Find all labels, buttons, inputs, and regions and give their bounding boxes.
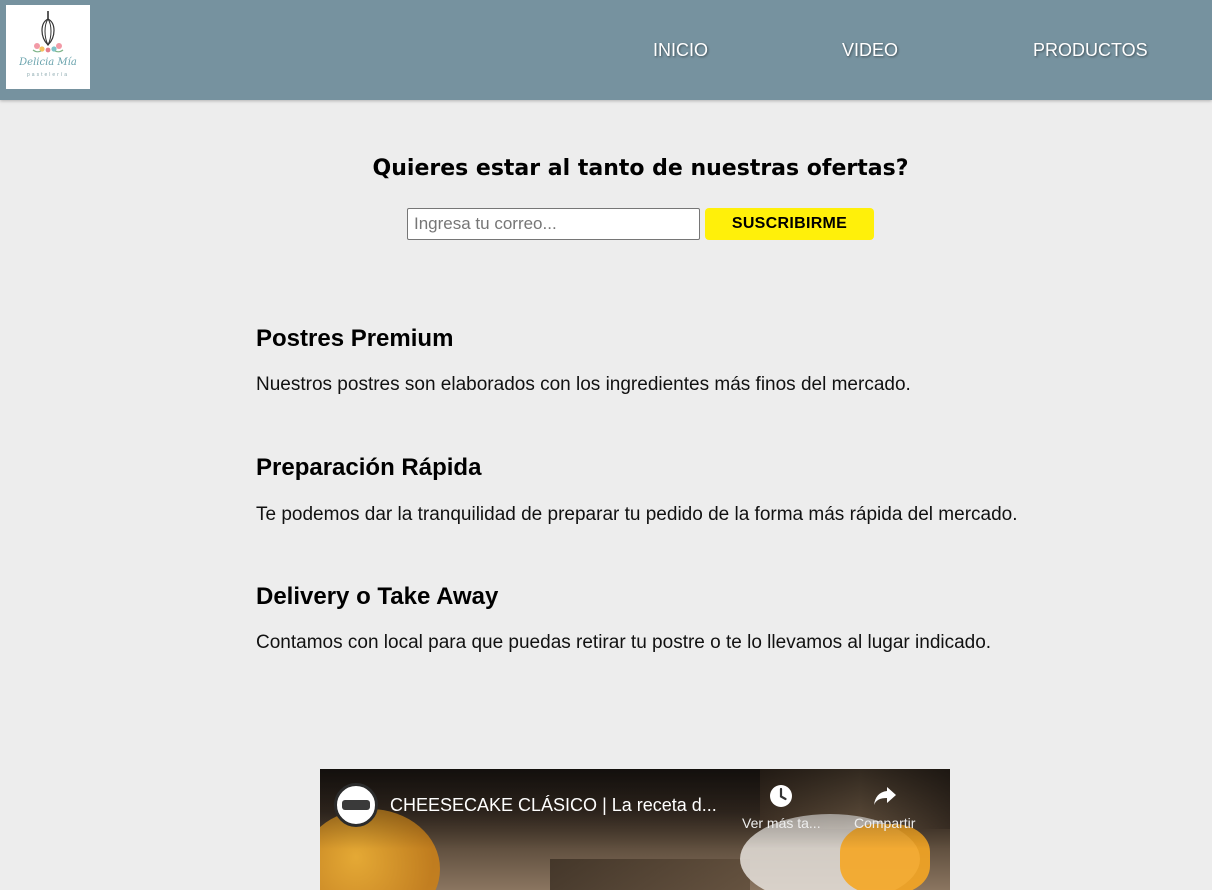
share-label: Compartir: [854, 815, 916, 831]
share-arrow-icon: [873, 787, 896, 805]
subscribe-button[interactable]: SUSCRIBIRME: [705, 208, 874, 240]
logo-tagline: pastelería: [27, 72, 69, 78]
clock-icon: [770, 785, 793, 807]
subscribe-title: Quieres estar al tanto de nuestras ofert…: [372, 156, 909, 181]
feature-title: Preparación Rápida: [256, 454, 482, 481]
feature-description: Nuestros postres son elaborados con los …: [256, 374, 911, 395]
feature-title: Delivery o Take Away: [256, 583, 499, 610]
feature-title: Postres Premium: [256, 325, 454, 352]
feature-description: Te podemos dar la tranquilidad de prepar…: [256, 504, 1018, 525]
embedded-video-player[interactable]: CHEESECAKE CLÁSICO | La receta d... Ver …: [320, 769, 950, 890]
nav-link-inicio[interactable]: INICIO: [653, 40, 708, 61]
site-header: Delicia Mía pastelería INICIO VIDEO PROD…: [0, 0, 1212, 100]
channel-avatar[interactable]: [334, 783, 378, 827]
whisk-flowers-logo-icon: [32, 11, 64, 53]
brand-logo[interactable]: Delicia Mía pastelería: [6, 5, 90, 89]
logo-name: Delicia Mía: [19, 57, 77, 68]
video-thumbnail-backdrop: [550, 859, 750, 890]
rolling-pin-icon: [342, 800, 370, 810]
video-title[interactable]: CHEESECAKE CLÁSICO | La receta d...: [390, 795, 717, 816]
feature-description: Contamos con local para que puedas retir…: [256, 632, 992, 653]
email-input[interactable]: [407, 208, 700, 240]
watch-later-button[interactable]: Ver más ta...: [742, 783, 821, 831]
nav-link-video[interactable]: VIDEO: [842, 40, 898, 61]
watch-later-label: Ver más ta...: [742, 815, 821, 831]
nav-link-productos[interactable]: PRODUCTOS: [1033, 40, 1148, 61]
share-button[interactable]: Compartir: [854, 783, 915, 831]
